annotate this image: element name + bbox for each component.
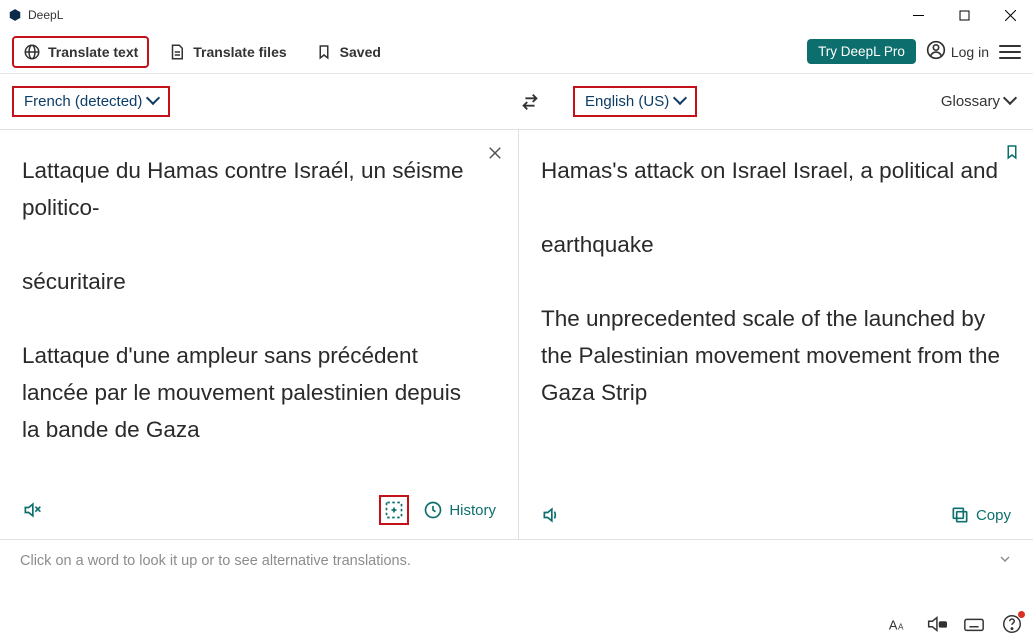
notification-dot-icon — [1018, 611, 1025, 618]
translation-panels: Lattaque du Hamas contre Israél, un séis… — [0, 129, 1033, 539]
close-window-button[interactable] — [987, 0, 1033, 30]
target-language-select[interactable]: English (US) — [573, 86, 697, 117]
copy-button[interactable]: Copy — [950, 505, 1011, 525]
chevron-down-icon — [1005, 93, 1015, 110]
target-text-area[interactable]: Hamas's attack on Israel Israel, a polit… — [541, 152, 1001, 411]
login-button[interactable]: Log in — [926, 40, 989, 63]
keyboard-button[interactable] — [963, 613, 985, 635]
hint-text: Click on a word to look it up or to see … — [20, 553, 411, 569]
bookmark-icon — [315, 43, 333, 61]
tab-label: Saved — [340, 44, 381, 60]
status-bar: AA 1x — [887, 613, 1023, 635]
source-panel: Lattaque du Hamas contre Israél, un séis… — [0, 130, 519, 539]
collapse-hint-button[interactable] — [997, 551, 1013, 571]
help-button[interactable] — [1001, 613, 1023, 635]
window-controls — [895, 0, 1033, 30]
globe-icon — [23, 43, 41, 61]
minimize-button[interactable] — [895, 0, 941, 30]
source-language-label: French (detected) — [24, 93, 142, 110]
tab-translate-text[interactable]: Translate text — [12, 36, 149, 68]
tab-translate-files[interactable]: Translate files — [159, 38, 295, 66]
source-language-select[interactable]: French (detected) — [12, 86, 170, 117]
svg-text:A: A — [898, 623, 904, 632]
glossary-button[interactable]: Glossary — [941, 93, 1021, 110]
tab-saved[interactable]: Saved — [306, 38, 390, 66]
font-size-button[interactable]: AA — [887, 613, 909, 635]
target-panel: Hamas's attack on Israel Israel, a polit… — [519, 130, 1033, 539]
source-text-area[interactable]: Lattaque du Hamas contre Israél, un séis… — [22, 152, 482, 448]
top-tabs-row: Translate text Translate files Saved Try… — [0, 30, 1033, 74]
speak-target-button[interactable] — [541, 505, 561, 525]
save-translation-button[interactable] — [1003, 142, 1021, 167]
history-button[interactable]: History — [423, 500, 496, 520]
maximize-button[interactable] — [941, 0, 987, 30]
swap-languages-button[interactable] — [517, 91, 543, 113]
screenshot-translate-button[interactable] — [379, 495, 409, 525]
target-panel-footer: Copy — [541, 505, 1011, 525]
tab-label: Translate text — [48, 44, 138, 60]
menu-icon[interactable] — [999, 41, 1021, 63]
hint-bar: Click on a word to look it up or to see … — [0, 539, 1033, 581]
clear-source-button[interactable] — [486, 144, 504, 167]
svg-text:A: A — [889, 618, 898, 633]
try-pro-button[interactable]: Try DeepL Pro — [807, 39, 916, 64]
chevron-down-icon — [148, 93, 158, 110]
chevron-down-icon — [675, 93, 685, 110]
speed-button[interactable]: 1x — [925, 613, 947, 635]
tab-label: Translate files — [193, 44, 286, 60]
language-row: French (detected) English (US) Glossary — [0, 74, 1033, 129]
window-title: DeepL — [28, 8, 63, 22]
user-icon — [926, 40, 946, 63]
login-label: Log in — [951, 44, 989, 60]
mute-source-button[interactable] — [22, 500, 42, 520]
glossary-label: Glossary — [941, 93, 1000, 110]
app-logo-icon — [8, 8, 22, 22]
source-panel-footer: History — [22, 495, 496, 525]
history-label: History — [449, 502, 496, 519]
window-titlebar: DeepL — [0, 0, 1033, 30]
file-icon — [168, 43, 186, 61]
target-language-label: English (US) — [585, 93, 669, 110]
copy-label: Copy — [976, 507, 1011, 524]
svg-text:1x: 1x — [940, 622, 946, 628]
